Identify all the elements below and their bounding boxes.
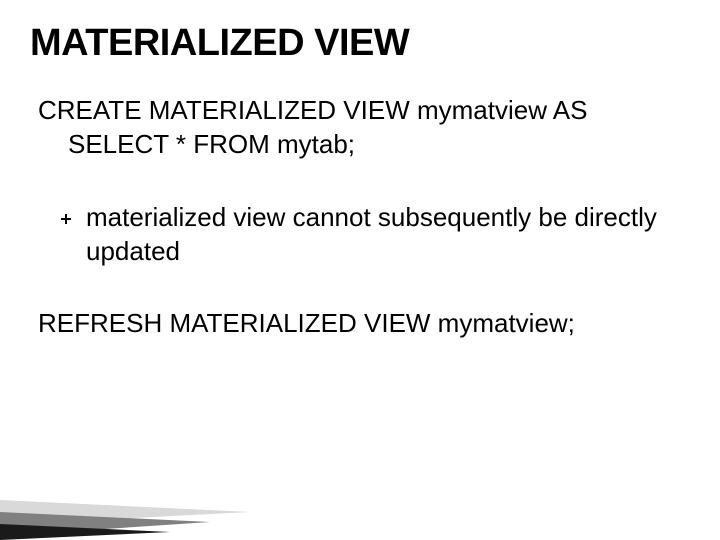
slide-title: MATERIALIZED VIEW (30, 22, 690, 65)
code-line: CREATE MATERIALIZED VIEW mymatview AS (38, 93, 690, 127)
code-block-create: CREATE MATERIALIZED VIEW mymatview AS SE… (38, 93, 690, 162)
decorative-wedge (0, 450, 260, 540)
code-line: SELECT * FROM mytab; (38, 127, 690, 161)
bullet-icon (60, 213, 74, 227)
code-block-refresh: REFRESH MATERIALIZED VIEW mymatview; (38, 306, 690, 340)
slide: MATERIALIZED VIEW CREATE MATERIALIZED VI… (0, 0, 720, 540)
slide-body: CREATE MATERIALIZED VIEW mymatview AS SE… (30, 93, 690, 341)
bullet-item: materialized view cannot subsequently be… (38, 200, 690, 269)
bullet-text: materialized view cannot subsequently be… (86, 200, 690, 269)
